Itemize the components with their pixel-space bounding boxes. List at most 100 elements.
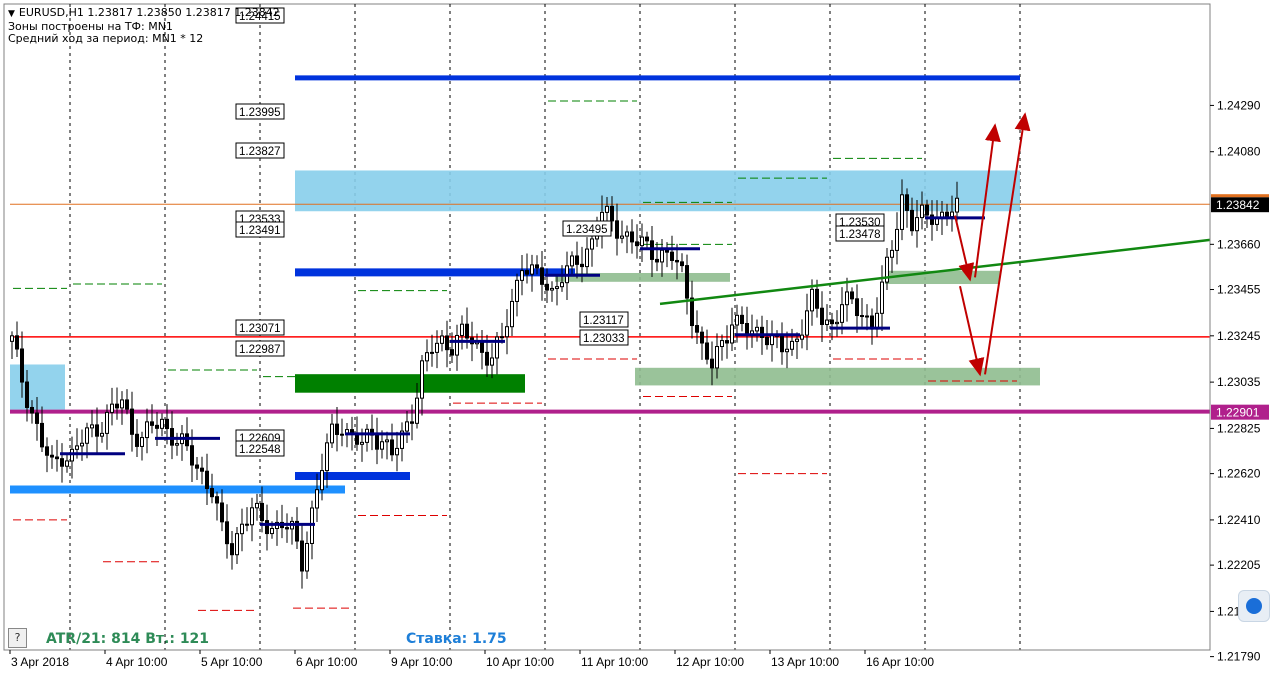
price-label-text: 1.23033: [583, 333, 625, 345]
price-tick-label: 1.24080: [1217, 145, 1261, 159]
candle-body: [340, 433, 344, 436]
candle-body: [75, 445, 79, 450]
candle-body: [630, 231, 634, 243]
teamviewer-icon[interactable]: [1238, 590, 1270, 622]
candle-body: [150, 421, 154, 426]
candle-body: [20, 348, 24, 383]
price-tick-label: 1.23660: [1217, 237, 1261, 251]
candle-body: [835, 321, 839, 325]
candle-body: [320, 470, 324, 491]
candle-body: [200, 467, 204, 472]
candle-body: [90, 424, 94, 429]
candle-body: [840, 304, 844, 323]
current-price-marker: [1211, 194, 1269, 198]
zone-green: [885, 270, 1000, 285]
candle-body: [690, 297, 694, 327]
time-tick-label: 3 Apr 2018: [11, 655, 69, 669]
candle-body: [490, 357, 494, 366]
help-button[interactable]: ?: [8, 628, 27, 648]
candle-body: [230, 543, 234, 556]
candle-body: [440, 335, 444, 344]
candle-body: [695, 325, 699, 333]
price-label-text: 1.23827: [239, 146, 281, 158]
candle-body: [900, 194, 904, 230]
candle-body: [850, 291, 854, 300]
candle-body: [805, 310, 809, 336]
candle-body: [580, 263, 584, 268]
candle-body: [925, 204, 929, 216]
candle-body: [540, 267, 544, 285]
candle-body: [560, 282, 564, 288]
candle-body: [575, 255, 579, 265]
candle-body: [420, 360, 424, 399]
price-label-text: 1.22548: [239, 444, 281, 456]
candle-body: [115, 403, 119, 409]
candle-body: [800, 334, 804, 340]
candle-body: [705, 342, 709, 360]
candle-body: [190, 445, 194, 466]
candle-body: [100, 432, 104, 437]
candle-body: [35, 412, 39, 424]
candle-body: [465, 323, 469, 339]
candle-body: [335, 423, 339, 435]
candle-body: [130, 408, 134, 435]
time-tick-label: 5 Apr 10:00: [201, 655, 263, 669]
time-tick-label: 9 Apr 10:00: [391, 655, 453, 669]
candle-body: [55, 456, 59, 460]
candle-body: [785, 348, 789, 353]
candle-body: [95, 424, 99, 437]
time-tick-label: 13 Apr 10:00: [771, 655, 839, 669]
candle-body: [915, 217, 919, 232]
candle-body: [255, 502, 259, 509]
candle-body: [15, 335, 19, 350]
candle-body: [235, 533, 239, 556]
price-chart[interactable]: 1.244151.239951.238271.235331.234911.230…: [0, 0, 1271, 676]
candle-body: [300, 540, 304, 572]
price-label-text: 1.23491: [239, 225, 281, 237]
candle-body: [405, 421, 409, 432]
price-tick-label: 1.21790: [1217, 650, 1261, 664]
candle-body: [110, 403, 114, 413]
candle-body: [260, 502, 264, 522]
candle-body: [880, 281, 884, 314]
candle-body: [675, 259, 679, 263]
candle-body: [605, 205, 609, 213]
candle-body: [330, 423, 334, 444]
time-tick-label: 6 Apr 10:00: [296, 655, 358, 669]
price-label-text: 1.23478: [839, 229, 881, 241]
candle-body: [500, 336, 504, 339]
candle-body: [45, 446, 49, 456]
candle-body: [40, 422, 44, 448]
dropdown-arrow-icon[interactable]: ▼: [8, 9, 15, 19]
price-tick-label: 1.23455: [1217, 283, 1261, 297]
candle-body: [660, 249, 664, 263]
candle-body: [105, 411, 109, 434]
candle-body: [520, 270, 524, 281]
price-tick-label: 1.22205: [1217, 558, 1261, 572]
price-tick-label: 1.22620: [1217, 467, 1261, 481]
candle-body: [250, 507, 254, 526]
candle-body: [550, 287, 554, 291]
candle-body: [525, 270, 529, 275]
candle-body: [160, 418, 164, 429]
candle-body: [815, 288, 819, 309]
candle-body: [680, 261, 684, 267]
symbol-ohlc-text: EURUSD,H1 1.23817 1.23850 1.23817 1.2384…: [18, 6, 280, 19]
candle-body: [220, 502, 224, 523]
candle-body: [85, 427, 89, 444]
candle-body: [80, 442, 84, 447]
candle-body: [10, 335, 14, 342]
candle-body: [585, 248, 589, 268]
candle-body: [890, 249, 894, 258]
candle-body: [270, 528, 274, 535]
candle-body: [610, 205, 614, 222]
candle-body: [535, 264, 539, 269]
candle-body: [30, 406, 34, 414]
price-label-text: 1.23995: [239, 107, 281, 119]
candle-body: [820, 307, 824, 325]
candle-body: [910, 209, 914, 232]
candle-body: [655, 258, 659, 263]
candle-body: [740, 314, 744, 325]
candle-body: [225, 521, 229, 545]
candle-body: [240, 523, 244, 535]
